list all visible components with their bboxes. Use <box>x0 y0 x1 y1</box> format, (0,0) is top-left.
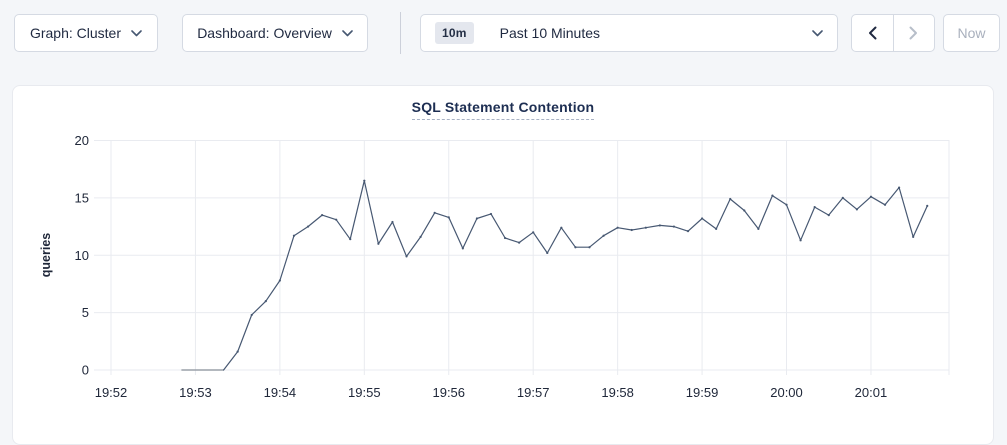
svg-text:15: 15 <box>75 190 89 205</box>
svg-text:19:53: 19:53 <box>179 385 212 400</box>
now-button-label: Now <box>957 25 985 41</box>
now-button[interactable]: Now <box>943 14 1000 52</box>
svg-text:19:56: 19:56 <box>432 385 465 400</box>
chevron-down-icon <box>131 30 142 37</box>
sql-contention-chart[interactable]: 0 5 10 15 20 19:52 19:53 19:54 19:55 19:56 19:57 19… <box>13 86 995 433</box>
time-back-button[interactable] <box>852 15 893 51</box>
svg-text:10: 10 <box>75 248 89 263</box>
svg-text:20:01: 20:01 <box>855 385 888 400</box>
svg-text:5: 5 <box>82 305 89 320</box>
chart-title-row: SQL Statement Contention <box>13 99 993 117</box>
svg-text:19:55: 19:55 <box>348 385 381 400</box>
chart-panel: 0 5 10 15 20 19:52 19:53 19:54 19:55 19:56 19:57 19… <box>12 85 994 445</box>
svg-text:19:58: 19:58 <box>601 385 634 400</box>
chevron-left-icon <box>868 26 877 40</box>
dashboard-dropdown[interactable]: Dashboard: Overview <box>182 14 368 52</box>
time-range-select[interactable]: 10m Past 10 Minutes <box>420 14 838 52</box>
graph-dropdown[interactable]: Graph: Cluster <box>14 14 158 52</box>
svg-text:19:59: 19:59 <box>686 385 719 400</box>
chevron-right-icon <box>909 26 918 40</box>
time-step-group <box>851 14 935 52</box>
svg-text:20:00: 20:00 <box>770 385 803 400</box>
svg-text:19:57: 19:57 <box>517 385 550 400</box>
svg-text:0: 0 <box>82 363 89 378</box>
svg-text:queries: queries <box>39 233 53 278</box>
dashboard-dropdown-label: Dashboard: Overview <box>197 25 332 41</box>
svg-text:19:54: 19:54 <box>264 385 297 400</box>
toolbar-divider <box>400 12 401 54</box>
chart-title[interactable]: SQL Statement Contention <box>412 99 595 120</box>
svg-text:19:52: 19:52 <box>95 385 128 400</box>
svg-text:20: 20 <box>75 133 89 148</box>
time-range-label: Past 10 Minutes <box>500 25 600 41</box>
chevron-down-icon <box>812 30 823 37</box>
metrics-page: { "toolbar": { "graph_dropdown": { "labe… <box>0 0 1007 432</box>
time-range-badge: 10m <box>435 22 474 44</box>
graph-dropdown-label: Graph: Cluster <box>30 25 121 41</box>
chevron-down-icon <box>342 30 353 37</box>
time-forward-button[interactable] <box>893 15 935 51</box>
